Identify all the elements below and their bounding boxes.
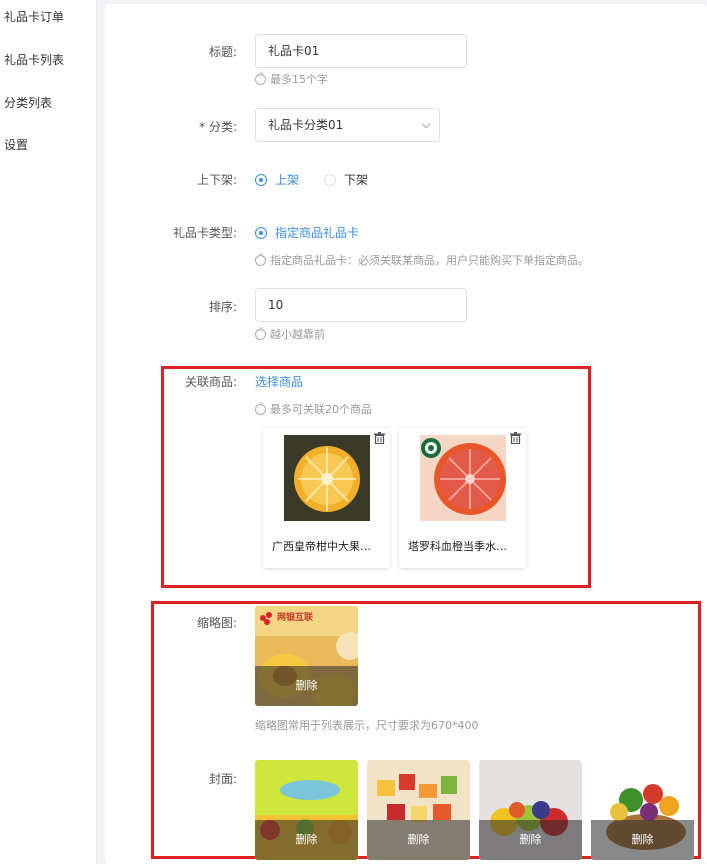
- trash-icon[interactable]: [510, 432, 521, 444]
- cover-delete-button[interactable]: 删除: [367, 820, 470, 860]
- trash-icon[interactable]: [374, 432, 385, 444]
- sort-input[interactable]: 10: [255, 288, 467, 322]
- radio-checked-icon: [255, 226, 267, 239]
- chevron-down-icon: [421, 119, 431, 129]
- blood-orange-image: [420, 435, 506, 521]
- cover-image: 删除: [367, 760, 470, 860]
- thumbnail-hint: 缩略图常用于列表展示，尺寸要求为670*400: [255, 717, 479, 733]
- cover-delete-button[interactable]: 删除: [255, 820, 358, 860]
- thumbnail-logo-text: 网银互联: [277, 613, 314, 623]
- products-hint-text: 最多可关联20个商品: [270, 403, 372, 416]
- radio-checked-icon: [255, 173, 267, 186]
- shelf-radio-on[interactable]: 上架: [255, 171, 299, 188]
- select-products-link[interactable]: 选择商品: [255, 373, 303, 390]
- shelf-radio-off[interactable]: 下架: [324, 171, 368, 188]
- title-hint-text: 最多15个字: [270, 73, 328, 86]
- cover-image: 删除: [591, 760, 694, 860]
- cover-delete-button[interactable]: 删除: [591, 820, 694, 860]
- cover-image: 删除: [479, 760, 582, 860]
- sidebar-item-settings[interactable]: 设置: [4, 136, 28, 153]
- thumbnail-delete-button[interactable]: 删除: [255, 666, 358, 706]
- card-type-label: 礼品卡类型:: [172, 226, 237, 240]
- shelf-label: 上下架:: [196, 173, 237, 187]
- cover-image: 删除: [255, 760, 358, 860]
- sort-hint: 越小越靠前: [255, 324, 325, 342]
- info-icon: [255, 399, 266, 415]
- shelf-on-label: 上架: [275, 173, 300, 187]
- sort-label: 排序:: [208, 300, 237, 314]
- thumbnail-hint-text: 缩略图常用于列表展示，尺寸要求为670*400: [255, 719, 479, 732]
- title-label: 标题:: [208, 45, 237, 59]
- thumbnail-image: 网银互联 删除: [255, 606, 358, 706]
- sort-hint-text: 越小越靠前: [270, 328, 325, 341]
- product-card[interactable]: 塔罗科血橙当季水…: [399, 428, 526, 568]
- radio-unchecked-icon: [324, 173, 336, 186]
- product-card[interactable]: 广西皇帝柑中大果…: [263, 428, 390, 568]
- cover-delete-button[interactable]: 删除: [479, 820, 582, 860]
- title-input[interactable]: 礼品卡01: [255, 34, 467, 68]
- product-title: 塔罗科血橙当季水…: [408, 540, 507, 553]
- category-label: * 分类:: [199, 120, 237, 134]
- thumbnail-label: 缩略图:: [196, 616, 237, 630]
- info-icon: [255, 324, 266, 340]
- sidebar-item-giftcard-list[interactable]: 礼品卡列表: [4, 51, 64, 68]
- info-icon: [255, 69, 266, 85]
- card-type-radio[interactable]: 指定商品礼品卡: [255, 224, 359, 241]
- info-icon: [255, 250, 266, 266]
- sidebar-item-category-list[interactable]: 分类列表: [4, 94, 52, 111]
- category-select-value: 礼品卡分类01: [268, 118, 344, 132]
- card-type-hint: 指定商品礼品卡：必须关联某商品，用户只能购买下单指定商品。: [255, 250, 589, 268]
- products-label: 关联商品:: [184, 375, 237, 389]
- title-hint: 最多15个字: [255, 69, 328, 87]
- shelf-off-label: 下架: [344, 173, 369, 187]
- sidebar-item-giftcard-orders[interactable]: 礼品卡订单: [4, 8, 64, 25]
- category-select[interactable]: 礼品卡分类01: [255, 108, 440, 142]
- cover-label: 封面:: [208, 772, 237, 786]
- card-type-option-label: 指定商品礼品卡: [275, 226, 360, 240]
- card-type-hint-text: 指定商品礼品卡：必须关联某商品，用户只能购买下单指定商品。: [270, 254, 589, 267]
- products-hint: 最多可关联20个商品: [255, 399, 372, 417]
- orange-peeled-image: [284, 435, 370, 521]
- product-title: 广西皇帝柑中大果…: [272, 540, 371, 553]
- sidebar: 礼品卡订单 礼品卡列表 分类列表 设置: [0, 0, 97, 864]
